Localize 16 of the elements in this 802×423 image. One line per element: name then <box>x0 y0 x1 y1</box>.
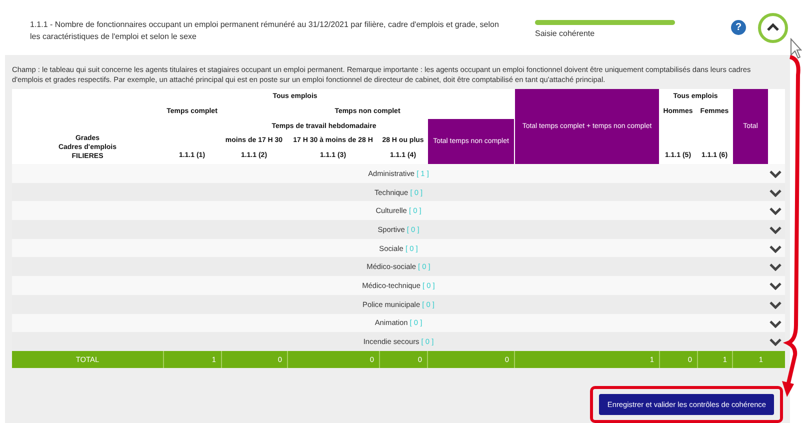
cursor-icon <box>790 38 802 60</box>
chevron-icon[interactable] <box>769 320 782 328</box>
chevron-icon[interactable] <box>769 263 782 272</box>
chevron-icon <box>766 23 780 32</box>
chevron-icon[interactable] <box>769 282 782 290</box>
chevron-icon[interactable] <box>769 170 782 178</box>
help-button[interactable]: ? <box>731 20 746 35</box>
chevron-icon[interactable] <box>769 244 782 253</box>
chevron-icon[interactable] <box>769 300 782 309</box>
chevron-icon[interactable] <box>769 207 782 216</box>
chevron-icon[interactable] <box>769 188 782 197</box>
chevron-icon[interactable] <box>769 338 782 346</box>
status-label: Saisie cohérente <box>535 28 596 38</box>
section-title: 1.1.1 - Nombre de fonctionnaires occupant un emploi permanent rémunéré au 31/12/2021 par filière, cadre d'emplois et grade, selon les caractéristiques de l'emploi et selon le sexe <box>30 18 500 42</box>
chevron-icon[interactable] <box>769 226 782 234</box>
collapse-button[interactable] <box>758 12 788 42</box>
